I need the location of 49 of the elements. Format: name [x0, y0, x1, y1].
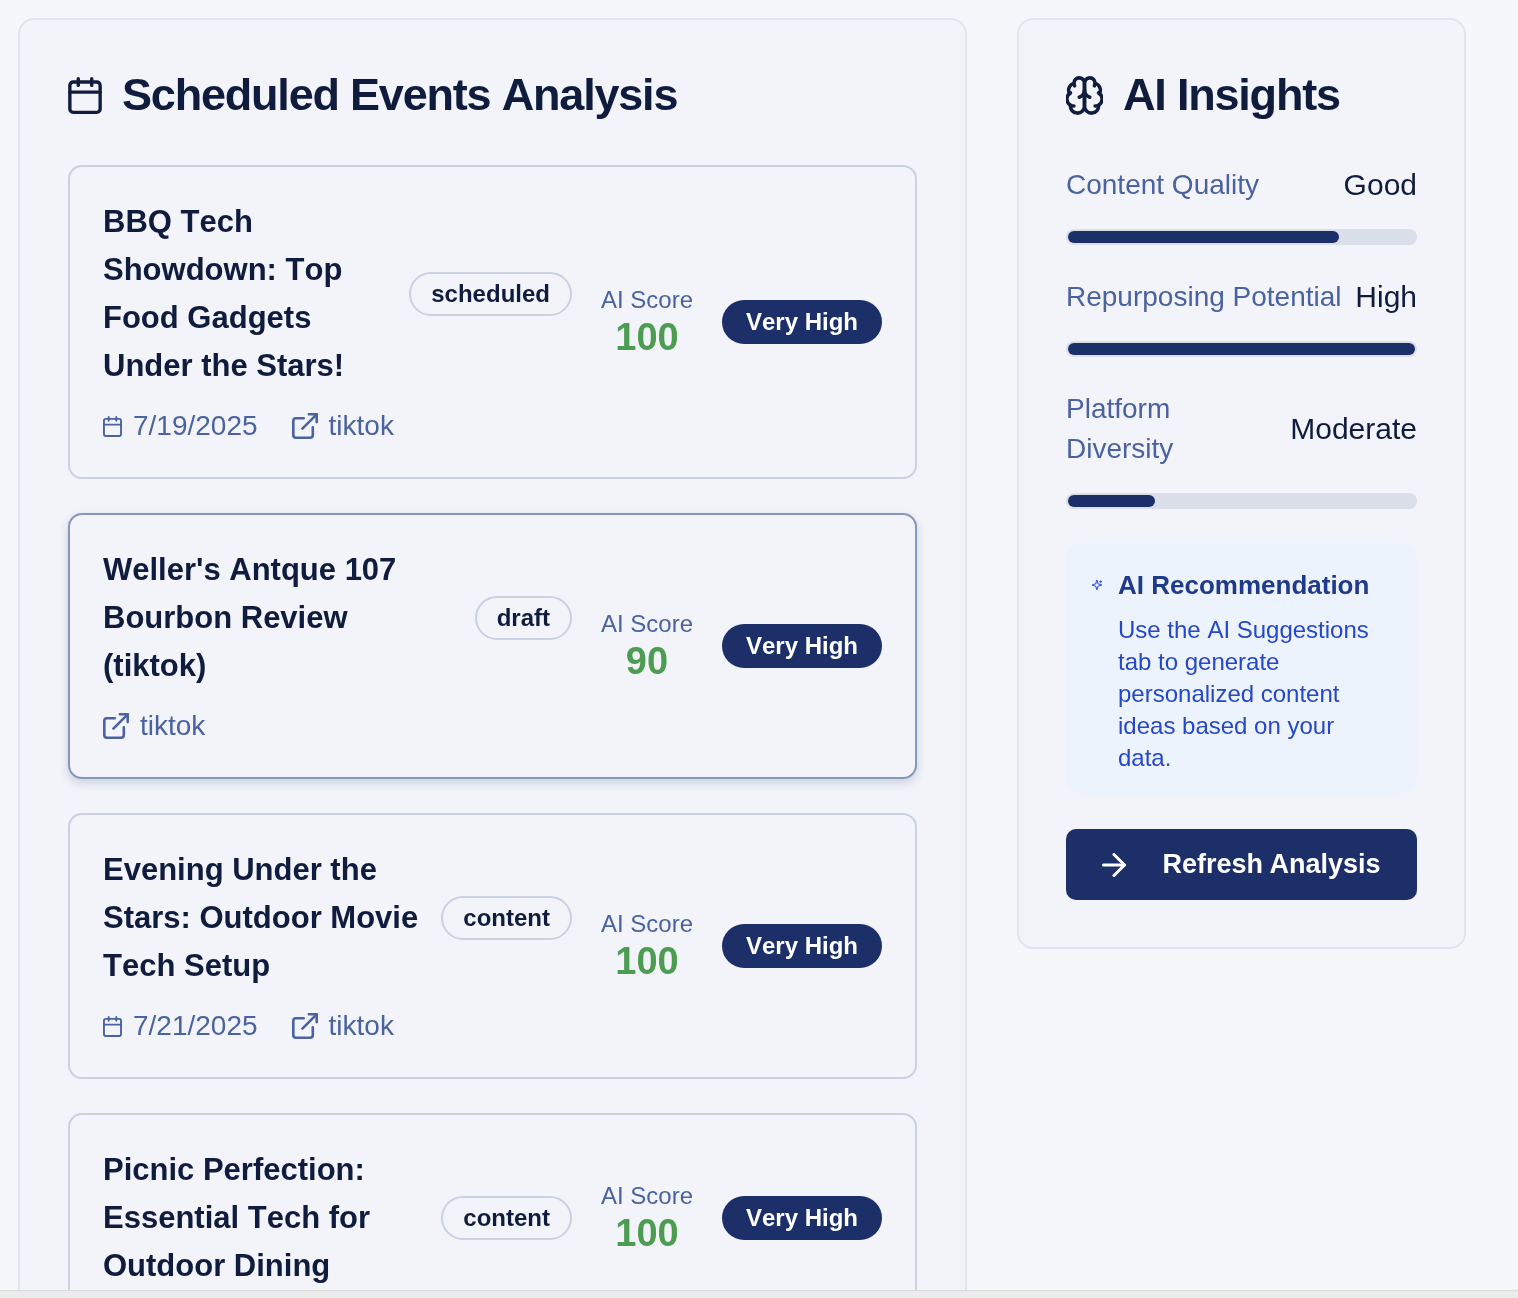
external-link-icon — [103, 713, 129, 739]
score-label: AI Score — [600, 609, 693, 639]
external-link-icon — [291, 1013, 318, 1039]
event-title: BBQ Tech Showdown: Top Food Gadgets Under the Stars! — [103, 203, 346, 385]
calendar-icon — [103, 1015, 122, 1037]
panel-title: Scheduled Events Analysis — [122, 68, 678, 122]
refresh-button[interactable]: Refresh Analysis — [1066, 829, 1417, 900]
calendar-icon — [68, 76, 102, 114]
calendar-icon — [103, 415, 122, 437]
event-date: 7/21/2025 — [133, 1009, 258, 1043]
metric-value: Good — [1343, 167, 1417, 203]
rating-badge: Very High — [721, 624, 882, 668]
score-value: 90 — [625, 639, 669, 683]
arrow-right-icon — [1102, 852, 1127, 877]
platform-link[interactable]: tiktok — [291, 406, 394, 446]
event-card[interactable]: Weller's Antque 107 Bourbon Review (tiktok) draft tiktok AI Score 90 Very High — [68, 513, 917, 779]
event-card[interactable]: Picnic Perfection: Essential Tech for Outdoor Dining content AI Score 100 Very High — [68, 1113, 917, 1290]
event-title: Picnic Perfection: Essential Tech for Outdoor Dining — [103, 1151, 372, 1285]
status-badge: scheduled — [409, 272, 572, 316]
platform-link[interactable]: tiktok — [103, 706, 206, 746]
score-label: AI Score — [600, 1181, 693, 1211]
platform-link[interactable]: tiktok — [291, 1006, 394, 1046]
recommendation-title: AI Recommendation — [1118, 569, 1371, 602]
status-badge: content — [441, 1196, 572, 1240]
metric-label: Platform Diversity — [1066, 392, 1175, 466]
event-date: 7/19/2025 — [133, 409, 258, 443]
sparkles-icon — [1092, 580, 1102, 590]
metric-value: Moderate — [1290, 411, 1417, 447]
score-label: AI Score — [600, 909, 693, 939]
rating-badge: Very High — [721, 300, 882, 344]
metric-label: Repurposing Potential — [1066, 280, 1343, 314]
panel-title: AI Insights — [1123, 68, 1340, 122]
event-title: Evening Under the Stars: Outdoor Movie Tech Setup — [103, 851, 420, 985]
score-value: 100 — [615, 939, 679, 983]
rating-badge: Very High — [721, 924, 882, 968]
event-card[interactable]: Evening Under the Stars: Outdoor Movie Tech Setup content 7/21/2025 tiktok AI Score 100 Very High — [68, 813, 917, 1079]
brain-icon — [1066, 75, 1103, 115]
score-label: AI Score — [600, 285, 693, 315]
event-card[interactable]: BBQ Tech Showdown: Top Food Gadgets Under the Stars! scheduled 7/19/2025 tiktok AI Score 100 Very High — [68, 165, 917, 479]
metric-label: Content Quality — [1066, 168, 1260, 202]
score-value: 100 — [615, 1211, 679, 1255]
external-link-icon — [291, 413, 318, 439]
status-badge: draft — [474, 596, 572, 640]
metric-value: High — [1355, 279, 1417, 315]
recommendation-text: Use the AI Suggestions tab to generate personalized content ideas based on your data. — [1118, 615, 1370, 773]
status-badge: content — [441, 896, 572, 940]
score-value: 100 — [615, 315, 679, 359]
event-title: Weller's Antque 107 Bourbon Review (tiktok) — [103, 551, 398, 685]
rating-badge: Very High — [721, 1196, 882, 1240]
